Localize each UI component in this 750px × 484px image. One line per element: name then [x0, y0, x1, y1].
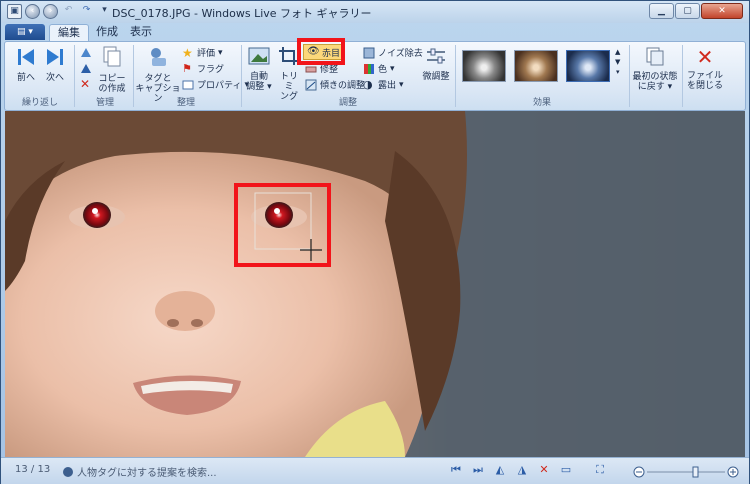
- app-icon[interactable]: ▣: [7, 4, 22, 19]
- tab-view[interactable]: 表示: [125, 24, 157, 41]
- next-icon: [42, 47, 68, 70]
- effect-thumb-cyan[interactable]: [566, 50, 610, 82]
- app-menu-button[interactable]: ▤ ▾: [5, 24, 45, 40]
- flag-icon: ⚑: [182, 61, 192, 75]
- group-separator: [241, 45, 242, 107]
- rotate-right-button[interactable]: [80, 62, 92, 74]
- back-icon[interactable]: ‹: [25, 4, 40, 19]
- info-icon: [63, 466, 73, 477]
- tab-create[interactable]: 作成: [91, 24, 123, 41]
- redo-icon[interactable]: ↷: [79, 4, 94, 19]
- status-bar: 13 / 13 人物タグに対する提案を検索... ⏮ ⏭ ◭ ◮ ✕ ▭ ⛶: [1, 457, 749, 484]
- ribbon: 前へ 次へ 繰り返し ✕ コピー の作成 管理 タグと キャプション ★ 評価 …: [4, 41, 746, 111]
- star-icon: ★: [182, 45, 193, 60]
- status-toolbar: ⏮ ⏭ ◭ ◮ ✕ ▭ ⛶: [449, 463, 607, 477]
- effect-thumb-bw[interactable]: [462, 50, 506, 82]
- delete-icon: ✕: [80, 77, 91, 91]
- redeye-button-highlight: [297, 38, 345, 65]
- maximize-button[interactable]: ▢: [675, 3, 700, 19]
- revert-icon: [631, 46, 679, 69]
- fine-tune-button[interactable]: 微調整: [421, 46, 451, 82]
- noise-icon: [363, 47, 375, 59]
- delete-icon[interactable]: ✕: [537, 463, 551, 477]
- group-separator: [682, 45, 683, 107]
- copy-icon: [95, 46, 129, 71]
- photo-canvas[interactable]: [5, 111, 745, 457]
- rotate-right-icon: [80, 62, 92, 74]
- close-file-icon: ✕: [696, 45, 714, 69]
- forward-icon[interactable]: ›: [43, 4, 58, 19]
- copy-button[interactable]: コピー の作成: [95, 46, 129, 94]
- close-file-button[interactable]: ✕ ファイル を閉じる: [684, 46, 726, 91]
- ribbon-tab-bar: ▤ ▾ 編集 作成 表示: [1, 23, 749, 41]
- previous-icon: [13, 47, 39, 70]
- rotate-left-icon: [80, 46, 92, 58]
- color-icon: [363, 63, 375, 75]
- effect-thumb-sepia[interactable]: [514, 50, 558, 82]
- color-button[interactable]: 色 ▾: [363, 62, 395, 75]
- properties-button[interactable]: プロパティ ▾: [182, 78, 249, 91]
- photo-image: [5, 111, 745, 457]
- quick-access-toolbar: ▣ ‹ › ↶ ↷ ▾: [7, 4, 112, 19]
- tab-edit[interactable]: 編集: [49, 24, 89, 41]
- eye-selection-highlight: [234, 183, 331, 267]
- group-label-navigate: 繰り返し: [21, 98, 58, 108]
- previous-button[interactable]: 前へ: [13, 47, 39, 83]
- zoom-slider[interactable]: [633, 464, 743, 478]
- flag-button[interactable]: ⚑ フラグ: [182, 62, 224, 75]
- exposure-button[interactable]: ◑ 露出 ▾: [363, 78, 404, 91]
- minimize-button[interactable]: ▁: [649, 3, 674, 19]
- title-bar: ▣ ‹ › ↶ ↷ ▾ DSC_0178.JPG - Windows Live …: [1, 1, 749, 23]
- last-image-icon[interactable]: ⏭: [471, 463, 485, 477]
- fit-to-window-icon[interactable]: ⛶: [593, 463, 607, 477]
- group-separator: [455, 45, 456, 107]
- image-counter: 13 / 13: [15, 464, 51, 475]
- group-label-effects: 効果: [532, 98, 551, 108]
- straighten-button[interactable]: 傾きの調整: [305, 78, 365, 91]
- next-button[interactable]: 次へ: [42, 47, 68, 83]
- noise-reduction-button[interactable]: ノイズ除去: [363, 46, 423, 59]
- group-separator: [133, 45, 134, 107]
- group-separator: [74, 45, 75, 107]
- window-controls: ▁ ▢ ✕: [649, 3, 743, 19]
- first-image-icon[interactable]: ⏮: [449, 463, 463, 477]
- straighten-icon: [305, 79, 317, 91]
- slideshow-icon[interactable]: ▭: [559, 463, 573, 477]
- auto-adjust-icon: [244, 46, 274, 69]
- auto-adjust-button[interactable]: 自動 調整 ▾: [244, 46, 274, 92]
- exposure-icon: ◑: [363, 77, 373, 91]
- group-separator: [629, 45, 630, 107]
- qat-dropdown-icon[interactable]: ▾: [97, 4, 112, 19]
- undo-icon[interactable]: ↶: [61, 4, 76, 19]
- app-window: ▣ ‹ › ↶ ↷ ▾ DSC_0178.JPG - Windows Live …: [0, 0, 750, 484]
- people-tag-search-link[interactable]: 人物タグに対する提案を検索...: [63, 464, 217, 479]
- group-label-adjust: 調整: [338, 98, 357, 108]
- rotate-right-icon[interactable]: ◮: [515, 463, 529, 477]
- rating-button[interactable]: ★ 評価 ▾: [182, 45, 223, 60]
- group-label-manage: 管理: [95, 98, 114, 108]
- close-button[interactable]: ✕: [701, 3, 743, 19]
- delete-button[interactable]: ✕: [80, 78, 92, 90]
- sliders-icon: [421, 46, 451, 69]
- properties-icon: [182, 79, 194, 91]
- window-title: DSC_0178.JPG - Windows Live フォト ギャラリー: [112, 7, 372, 20]
- effects-scroll-button[interactable]: ▲ ▼ ▾: [615, 48, 620, 76]
- rotate-left-button[interactable]: [80, 46, 92, 58]
- group-label-organize: 整理: [176, 98, 195, 108]
- revert-button[interactable]: 最初の状態 に戻す ▾: [631, 46, 679, 92]
- tag-icon: [135, 46, 181, 71]
- rotate-left-icon[interactable]: ◭: [493, 463, 507, 477]
